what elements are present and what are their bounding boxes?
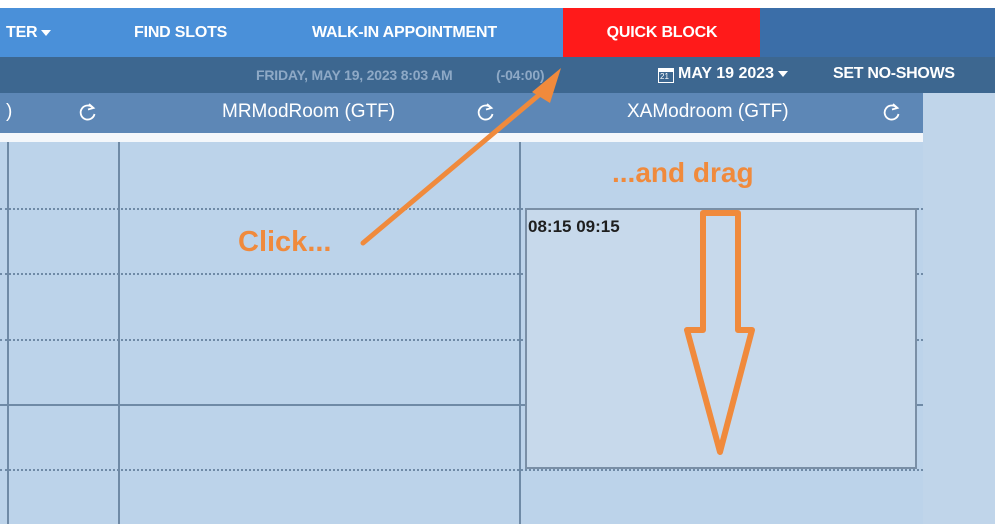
caret-down-icon — [778, 70, 789, 77]
header-divider — [0, 133, 923, 142]
room-header-xamodroom: XAModroom (GTF) — [627, 101, 789, 122]
calendar-icon[interactable]: 21 — [658, 68, 674, 83]
room-header-mrmodroom: MRModRoom (GTF) — [222, 101, 396, 122]
selection-time-range: 08:15 09:15 — [528, 217, 620, 236]
quick-block-button[interactable]: QUICK BLOCK — [563, 8, 761, 57]
grid-column-divider — [7, 142, 9, 524]
selected-date: MAY 19 2023 — [678, 65, 775, 82]
annotation-drag: ...and drag — [612, 157, 754, 188]
calendar-icon-day: 21 — [660, 72, 669, 81]
nav-bar-right-area — [760, 8, 995, 57]
date-bar: FRIDAY, MAY 19, 2023 8:03 AM (-04:00) 21… — [0, 57, 995, 93]
refresh-icon[interactable] — [476, 102, 496, 122]
room-header-partial: ) — [6, 101, 13, 122]
timezone-offset: (-04:00) — [496, 67, 545, 83]
find-slots-button[interactable]: FIND SLOTS — [134, 8, 227, 57]
refresh-icon[interactable] — [882, 102, 902, 122]
walk-in-appointment-button[interactable]: WALK-IN APPOINTMENT — [312, 8, 497, 57]
filter-label: TER — [6, 24, 38, 41]
filter-dropdown[interactable]: TER — [6, 8, 52, 57]
right-side-panel — [923, 93, 995, 524]
grid-slot-line — [0, 469, 923, 471]
top-nav-bar: TER FIND SLOTS WALK-IN APPOINTMENT QUICK… — [0, 8, 995, 57]
date-picker-dropdown[interactable]: MAY 19 2023 — [678, 65, 789, 83]
current-datetime: FRIDAY, MAY 19, 2023 8:03 AM (-04:00) — [256, 67, 545, 83]
current-datetime-text: FRIDAY, MAY 19, 2023 8:03 AM — [256, 67, 453, 83]
grid-column-divider — [519, 142, 521, 524]
grid-column-divider — [118, 142, 120, 524]
caret-down-icon — [41, 29, 52, 36]
annotation-click: Click... — [238, 226, 332, 258]
refresh-icon[interactable] — [78, 102, 98, 122]
set-no-shows-button[interactable]: SET NO-SHOWS — [833, 65, 955, 83]
quick-block-selection[interactable] — [525, 208, 917, 469]
room-header-row: ) MRModRoom (GTF) XAModroom (GTF) — [0, 93, 923, 133]
